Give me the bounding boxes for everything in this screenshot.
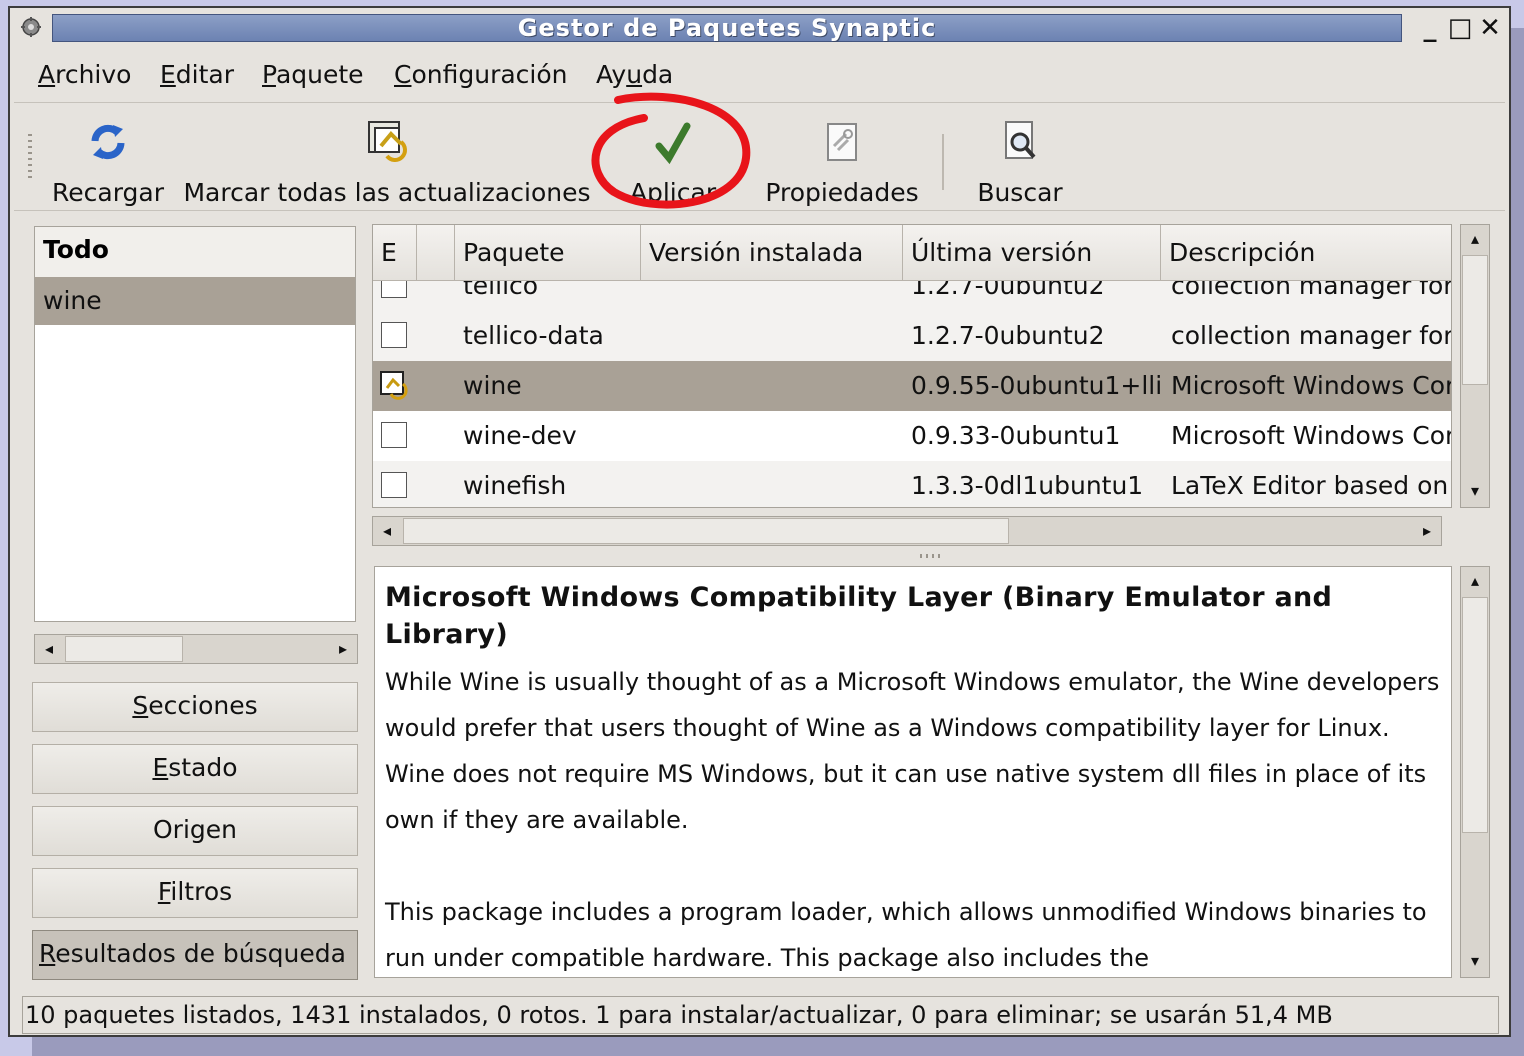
toolbar: Recargar Marcar todas las actualizacione… [14,104,1505,211]
package-description: LaTeX Editor based on [1171,471,1449,500]
scroll-thumb[interactable] [1462,255,1488,385]
status-bar: 10 paquetes listados, 1431 instalados, 0… [22,996,1499,1034]
scroll-up-arrow-icon[interactable]: ▴ [1461,567,1489,595]
mark-all-upgrades-button[interactable]: Marcar todas las actualizaciones [178,116,596,207]
scroll-thumb[interactable] [65,636,183,662]
status-button[interactable]: Estado [32,744,358,794]
reload-label: Recargar [52,178,164,207]
package-name: tellico-data [463,321,604,350]
search-label: Buscar [977,178,1063,207]
package-table[interactable]: E Paquete Versión instalada Última versi… [372,224,1452,508]
menu-paquete[interactable]: Paquete [262,60,364,89]
scroll-thumb[interactable] [403,518,1009,544]
origin-button[interactable]: Origen [32,806,358,856]
properties-icon [827,123,857,161]
package-name: wine-dev [463,421,577,450]
description-paragraph: While Wine is usually thought of as a Mi… [385,668,1440,834]
package-checkbox[interactable] [381,422,407,448]
description-vscrollbar[interactable]: ▴ ▾ [1460,566,1490,978]
package-checkbox[interactable] [381,472,407,498]
package-latest-version: 0.9.55-0ubuntu1+lli [911,371,1163,400]
mark-all-upgrades-label: Marcar todas las actualizaciones [183,178,591,207]
reload-button[interactable]: Recargar [48,116,168,207]
window-title: Gestor de Paquetes Synaptic [52,14,1402,42]
scroll-right-arrow-icon[interactable]: ▸ [1413,517,1441,545]
pane-splitter-handle[interactable] [920,554,944,558]
mark-upgrades-icon [368,121,407,162]
filter-list-header[interactable]: Todo [35,227,355,277]
scroll-up-arrow-icon[interactable]: ▴ [1461,225,1489,253]
package-description-panel: Microsoft Windows Compatibility Layer (B… [374,566,1452,978]
package-latest-version: 0.9.33-0ubuntu1 [911,421,1121,450]
package-name: wine [463,371,522,400]
scroll-left-arrow-icon[interactable]: ◂ [373,517,401,545]
menu-configuracion[interactable]: Configuración [394,60,568,89]
menu-ayuda[interactable]: Ayuda [596,60,673,89]
table-row[interactable]: tellico-data 1.2.7-0ubuntu2 collection m… [373,311,1452,361]
search-icon [1005,121,1036,159]
col-header-package[interactable]: Paquete [455,225,641,281]
package-description: Microsoft Windows Cor [1171,421,1452,450]
scroll-down-arrow-icon[interactable]: ▾ [1461,947,1489,975]
menu-editar[interactable]: Editar [160,60,234,89]
filter-list-hscrollbar[interactable]: ◂ ▸ [34,634,358,664]
red-highlight-annotation [591,92,751,209]
package-latest-version: 1.3.3-0dl1ubuntu1 [911,471,1144,500]
package-table-hscrollbar[interactable]: ◂ ▸ [372,516,1442,546]
scroll-right-arrow-icon[interactable]: ▸ [329,635,357,663]
install-marked-icon[interactable] [379,370,409,400]
filter-list[interactable]: Todo wine [34,226,356,622]
reload-icon [91,124,125,160]
description-body: While Wine is usually thought of as a Mi… [385,659,1445,977]
table-row[interactable]: wine-dev 0.9.33-0ubuntu1 Microsoft Windo… [373,411,1452,461]
table-row-selected[interactable]: wine 0.9.55-0ubuntu1+lli Microsoft Windo… [373,361,1452,411]
col-header-status[interactable]: E [373,225,417,281]
col-header-installed-version[interactable]: Versión instalada [641,225,903,281]
col-header-latest-version[interactable]: Última versión [903,225,1161,281]
synaptic-window: Gestor de Paquetes Synaptic _ □ ✕ Archiv… [8,6,1511,1037]
properties-label: Propiedades [765,178,919,207]
table-row[interactable]: winefish 1.3.3-0dl1ubuntu1 LaTeX Editor … [373,461,1451,507]
filter-list-item-selected[interactable]: wine [35,277,355,325]
synaptic-app-icon[interactable] [20,16,42,38]
menu-archivo[interactable]: Archivo [38,60,131,89]
sections-button[interactable]: Secciones [32,682,358,732]
properties-button[interactable]: Propiedades [762,116,922,207]
maximize-button[interactable]: □ [1446,14,1474,42]
toolbar-grip[interactable] [28,134,32,178]
col-header-description[interactable]: Descripción [1161,225,1451,281]
title-bar[interactable]: Gestor de Paquetes Synaptic _ □ ✕ [10,8,1509,48]
menu-bar: Archivo Editar Paquete Configuración Ayu… [14,50,1505,103]
scroll-down-arrow-icon[interactable]: ▾ [1461,477,1489,505]
search-button[interactable]: Buscar [968,116,1072,207]
description-paragraph: This package includes a program loader, … [385,898,1427,972]
package-table-vscrollbar[interactable]: ▴ ▾ [1460,224,1490,508]
col-header-support[interactable] [417,225,455,281]
window-shadow-bottom [32,1035,1524,1056]
window-shadow-right [1511,28,1524,1038]
search-results-button[interactable]: Resultados de búsqueda [32,930,358,980]
package-description: Microsoft Windows Cor [1171,371,1452,400]
package-description: collection manager for [1171,321,1452,350]
scroll-left-arrow-icon[interactable]: ◂ [35,635,63,663]
package-name: winefish [463,471,567,500]
package-latest-version: 1.2.7-0ubuntu2 [911,321,1105,350]
description-title: Microsoft Windows Compatibility Layer (B… [385,582,1333,650]
filters-button[interactable]: Filtros [32,868,358,918]
scroll-thumb[interactable] [1462,597,1488,833]
toolbar-separator [942,134,944,190]
package-checkbox[interactable] [381,322,407,348]
close-button[interactable]: ✕ [1476,14,1504,42]
minimize-button[interactable]: _ [1416,14,1444,42]
